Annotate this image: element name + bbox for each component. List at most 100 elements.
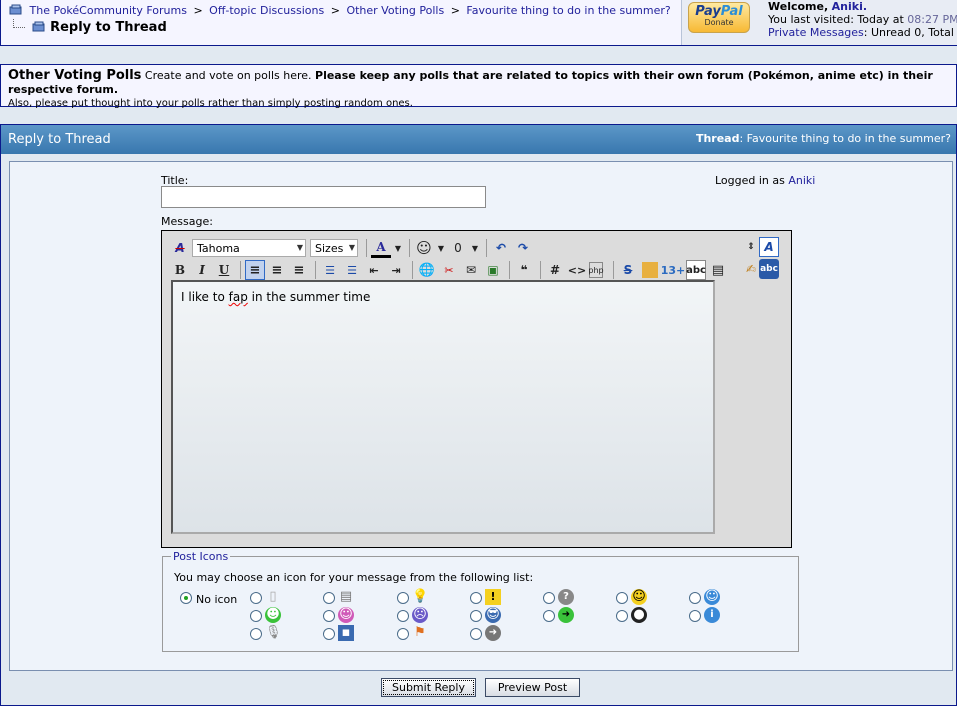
breadcrumb-separator: > — [450, 4, 460, 17]
post-icon-radio[interactable] — [250, 610, 262, 622]
logged-user-link[interactable]: Aniki — [788, 174, 815, 187]
grin-icon: ☻ — [265, 607, 281, 623]
align-right-icon[interactable]: ≡ — [289, 260, 309, 280]
undo-icon[interactable]: ↶ — [491, 238, 511, 258]
spellcheck-abc-icon[interactable]: abc — [759, 259, 779, 279]
insert-email-icon[interactable]: ✉ — [461, 260, 481, 280]
paypal-brand-1: Pay — [695, 4, 721, 19]
outdent-icon[interactable]: ⇤ — [364, 260, 384, 280]
welcome-block: Welcome, Aniki. You last visited: Today … — [768, 0, 957, 39]
resize-icon[interactable]: ⇕ — [741, 237, 761, 257]
post-icon-radio[interactable] — [323, 610, 335, 622]
smilie-icon[interactable]: ☺ — [414, 238, 434, 258]
post-icon-radio[interactable] — [689, 610, 701, 622]
warning-icon: ! — [485, 589, 501, 605]
redo-icon[interactable]: ↷ — [513, 238, 533, 258]
message-textarea[interactable]: I like to fap in the summer time — [171, 280, 715, 534]
chevron-down-icon[interactable]: ▼ — [393, 238, 403, 258]
post-icon-radio[interactable] — [323, 592, 335, 604]
post-icon-radio[interactable] — [543, 592, 555, 604]
paypal-donate-button[interactable]: PayPal Donate — [688, 2, 750, 33]
align-center-icon[interactable]: ≡ — [267, 260, 287, 280]
post-icon-radio[interactable] — [397, 610, 409, 622]
submit-reply-button[interactable]: Submit Reply — [381, 678, 476, 697]
toolbar-row-1: A Tahoma ▼ Sizes ▼ A ▼ ☺ ▼ 0 ▼ ↶ ↷ — [170, 238, 535, 258]
reply-title: Reply to Thread — [8, 132, 111, 147]
highlight-icon[interactable] — [642, 262, 658, 278]
remove-format-icon[interactable]: A — [170, 238, 190, 258]
rank-icon[interactable]: 13+ — [661, 260, 686, 280]
breadcrumb-offtopic[interactable]: Off-topic Discussions — [209, 4, 324, 17]
post-icon-radio[interactable] — [323, 628, 335, 640]
chevron-down-icon[interactable]: ▼ — [470, 238, 480, 258]
breadcrumb-home[interactable]: The PokéCommunity Forums — [30, 4, 187, 17]
strikethrough-icon[interactable]: S — [618, 260, 638, 280]
chevron-down-icon[interactable]: ▼ — [436, 238, 446, 258]
table-icon[interactable]: ▤ — [708, 260, 728, 280]
breadcrumb-thread[interactable]: Favourite thing to do in the summer? — [466, 4, 670, 17]
switch-mode-icon[interactable]: A — [759, 237, 779, 257]
preview-post-button[interactable]: Preview Post — [485, 678, 580, 697]
abc-icon[interactable]: abc — [686, 260, 706, 280]
post-icon-radio[interactable] — [470, 628, 482, 640]
html-code-icon[interactable]: <> — [567, 260, 587, 280]
lightbulb-icon: 💡 — [412, 589, 429, 604]
remove-link-icon[interactable]: ✂ — [439, 260, 459, 280]
logged-in-as: Logged in as Aniki — [715, 174, 815, 187]
post-icon-radio[interactable] — [397, 592, 409, 604]
size-select[interactable]: Sizes ▼ — [310, 239, 358, 257]
forum-home-icon — [9, 4, 23, 15]
insert-link-icon[interactable]: 🌐 — [417, 260, 437, 280]
ordered-list-icon[interactable]: ☰ — [320, 260, 340, 280]
forum-name: Other Voting Polls — [8, 68, 142, 83]
private-messages-link[interactable]: Private Messages — [768, 26, 864, 39]
post-icon-radio[interactable] — [250, 592, 262, 604]
underline-icon[interactable]: U — [214, 260, 234, 280]
forum-desc-2: Also, please put thought into your polls… — [8, 98, 413, 109]
welcome-greeting: Welcome, — [768, 0, 829, 13]
post-icon-radio[interactable] — [250, 628, 262, 640]
post-icon-radio[interactable] — [470, 592, 482, 604]
spellcheck-hand-icon[interactable]: ✍ — [741, 259, 761, 279]
indent-icon[interactable]: ⇥ — [386, 260, 406, 280]
chevron-down-icon: ▼ — [348, 243, 355, 252]
username-link[interactable]: Aniki. — [832, 0, 867, 13]
document-icon: ▤ — [339, 589, 353, 604]
code-hash-icon[interactable]: # — [545, 260, 565, 280]
bold-icon[interactable]: B — [170, 260, 190, 280]
align-left-icon[interactable]: ≡ — [245, 260, 265, 280]
arrow-right-icon: ➜ — [485, 625, 501, 641]
angry-icon: ☹ — [412, 607, 428, 623]
page-title-text: Reply to Thread — [50, 20, 167, 35]
breadcrumb-separator: > — [193, 4, 203, 17]
text-color-icon[interactable]: A — [371, 238, 391, 258]
post-icon-radio[interactable] — [616, 592, 628, 604]
forum-description: Other Voting Polls Create and vote on po… — [0, 64, 957, 109]
reply-panel: Reply to Thread Thread: Favourite thing … — [0, 124, 957, 706]
message-text-1: I like to — [181, 290, 229, 304]
reply-form: Title: Logged in as Aniki Message: A Tah… — [9, 161, 953, 671]
post-icon-radio[interactable] — [397, 628, 409, 640]
italic-icon[interactable]: I — [192, 260, 212, 280]
insert-image-icon[interactable]: ▣ — [483, 260, 503, 280]
no-icon-radio[interactable] — [180, 592, 192, 604]
title-input[interactable] — [161, 186, 486, 208]
post-icon-radio[interactable] — [616, 610, 628, 622]
breadcrumb-voting-polls[interactable]: Other Voting Polls — [346, 4, 444, 17]
quote-icon[interactable]: ❝ — [514, 260, 534, 280]
toolbar-divider — [315, 261, 316, 279]
post-icon-radio[interactable] — [470, 610, 482, 622]
attachment-icon[interactable]: 0 — [448, 238, 468, 258]
breadcrumb-separator: > — [330, 4, 340, 17]
post-icon-radio[interactable] — [543, 610, 555, 622]
unordered-list-icon[interactable]: ☰ — [342, 260, 362, 280]
thread-label: Thread — [695, 132, 740, 145]
thread-name: : Favourite thing to do in the summer? — [739, 132, 951, 145]
post-icon-radio[interactable] — [689, 592, 701, 604]
last-visit-label: You last visited: Today at — [768, 13, 904, 26]
font-select[interactable]: Tahoma ▼ — [192, 239, 306, 257]
arrow-green-icon: ➜ — [558, 607, 574, 623]
php-code-icon[interactable]: php — [588, 262, 604, 278]
toolbar-divider — [240, 261, 241, 279]
ninja-icon: ● — [631, 607, 647, 623]
